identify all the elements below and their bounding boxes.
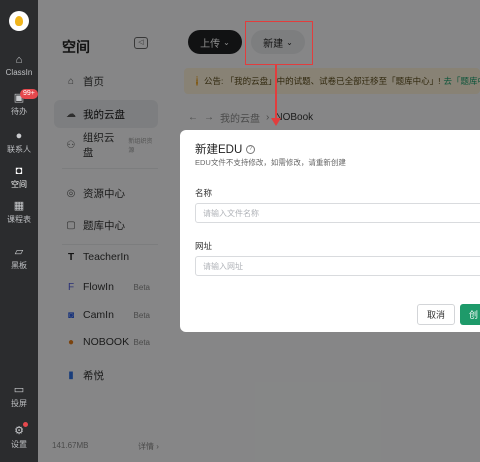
rail-label: 课程表 <box>7 215 31 224</box>
settings-alert-dot <box>23 422 28 427</box>
rail-label: 联系人 <box>7 145 31 154</box>
new-edu-dialog: 新建EDU ? EDU文件不支持修改，如需修改，请重新创建 名称 网址 取消 创 <box>180 130 480 332</box>
dialog-subtitle: EDU文件不支持修改，如需修改，请重新创建 <box>195 158 346 167</box>
url-label: 网址 <box>195 241 213 251</box>
classin-logo-icon[interactable] <box>9 11 29 31</box>
rail-item-classin[interactable]: ⌂ ClassIn <box>0 54 38 77</box>
cloud-space-icon: ◘ <box>15 165 23 177</box>
cast-icon: ▭ <box>13 384 25 396</box>
annotation-arrow-head <box>271 118 281 126</box>
rail-label: 空间 <box>11 180 27 189</box>
rail-label: 设置 <box>11 440 27 449</box>
rail-item-blackboard[interactable]: ▱ 黑板 <box>0 246 38 271</box>
help-icon[interactable]: ? <box>246 144 256 154</box>
annotation-highlight-box <box>245 21 313 65</box>
url-input[interactable] <box>195 256 480 276</box>
cancel-button[interactable]: 取消 <box>417 304 455 325</box>
rail-label: 待办 <box>11 107 27 116</box>
contacts-icon: ● <box>15 130 23 142</box>
rail-item-space[interactable]: ◘ 空间 <box>0 165 38 190</box>
app-rail: ⌂ ClassIn ▣ 待办 99+ ● 联系人 ◘ 空间 ▦ 课程表 ▱ 黑板… <box>0 0 38 462</box>
rail-label: ClassIn <box>5 68 33 77</box>
rail-label: 投屏 <box>11 399 27 408</box>
name-label: 名称 <box>195 188 213 198</box>
rail-item-schedule[interactable]: ▦ 课程表 <box>0 200 38 225</box>
calendar-icon: ▦ <box>13 200 25 212</box>
name-input[interactable] <box>195 203 480 223</box>
blackboard-icon: ▱ <box>14 246 24 258</box>
create-button[interactable]: 创 <box>460 304 480 325</box>
rail-item-settings[interactable]: ⚙ 设置 <box>0 425 38 450</box>
dialog-title: 新建EDU ? <box>195 141 256 157</box>
rail-item-contacts[interactable]: ● 联系人 <box>0 130 38 155</box>
annotation-arrow-line <box>275 65 277 120</box>
home-icon: ⌂ <box>15 54 23 66</box>
rail-item-cast[interactable]: ▭ 投屏 <box>0 384 38 409</box>
rail-label: 黑板 <box>11 261 27 270</box>
dialog-title-text: 新建EDU <box>195 144 243 156</box>
todo-count-badge: 99+ <box>20 89 38 99</box>
